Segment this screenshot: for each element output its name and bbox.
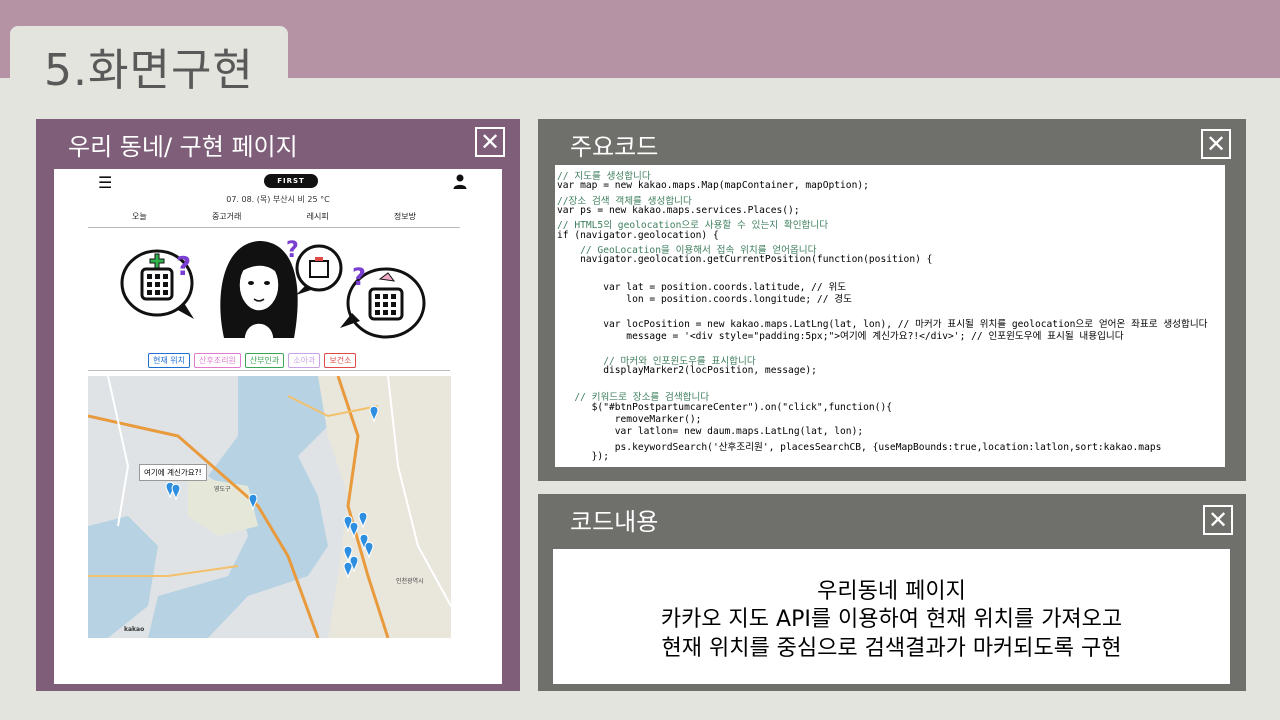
top-nav: 오늘 중고거래 레시피 정보방 [88,211,460,222]
description-box: 우리동네 페이지 카카오 지도 API를 이용하여 현재 위치를 가져오고 현재… [553,549,1230,684]
page-screenshot: ☰ FIRST TIME 07. 08. (목) 부산시 비 25 °C 오늘 … [54,169,502,684]
date-weather: 07. 08. (목) 부산시 비 25 °C [226,195,330,204]
logo[interactable]: FIRST TIME [264,174,318,199]
nav-item-market[interactable]: 중고거래 [212,211,241,222]
panel-title: 주요코드 [570,133,659,161]
code-line: displayMarker2(locPosition, message); [557,364,817,376]
map-attribution: kakao [124,626,145,633]
map-label-yeongdo: 영도구 [214,486,231,493]
divider [88,227,460,228]
category-buttons: 현재 위치 산후조리원 산부인과 소아과 보건소 [148,353,357,368]
code-line: if (navigator.geolocation) { [557,229,719,241]
nav-item-info[interactable]: 정보방 [394,211,416,222]
map-label-incheon: 인천광역시 [396,578,424,585]
divider [88,370,450,371]
map-info-window: 여기에 계신가요?! [139,464,207,481]
code-line: lon = position.coords.longitude; // 경도 [557,294,852,305]
code-line: navigator.geolocation.getCurrentPosition… [557,254,933,266]
postpartum-center-button[interactable]: 산후조리원 [193,353,241,368]
description-line: 현재 위치를 중심으로 검색결과가 마커되도록 구현 [661,636,1122,661]
panel-title: 우리 동네/ 구현 페이지 [68,133,298,161]
slide-title: 5.화면구현 [44,45,254,96]
obstetrics-button[interactable]: 산부인과 [244,353,285,368]
nav-item-recipe[interactable]: 레시피 [307,211,329,222]
code-line: removeMarker(); [557,414,702,425]
code-line: $("#btnPostpartumcareCenter").on("click"… [557,401,893,413]
code-snippet: // 지도를 생성합니다 var map = new kakao.maps.Map… [555,165,1225,467]
close-icon[interactable]: ✕ [475,127,505,157]
close-icon[interactable]: ✕ [1201,129,1231,159]
description-line: 카카오 지도 API를 이용하여 현재 위치를 가져오고 [660,607,1123,632]
code-line: var map = new kakao.maps.Map(mapContaine… [557,180,869,192]
close-icon[interactable]: ✕ [1203,505,1233,535]
current-location-button[interactable]: 현재 위치 [148,353,190,368]
svg-text:?: ? [286,238,299,263]
code-line: var ps = new kakao.maps.services.Places(… [557,204,800,216]
hamburger-icon[interactable]: ☰ [98,173,112,192]
hero-illustration: ? ? ? [120,238,426,339]
svg-text:?: ? [352,263,366,291]
health-center-button[interactable]: 보건소 [324,353,357,368]
nav-item-today[interactable]: 오늘 [132,211,147,222]
pediatrics-button[interactable]: 소아과 [288,353,321,368]
svg-text:?: ? [176,252,191,282]
code-line: ps.keywordSearch('산후조리원', placesSearchCB… [557,441,1162,453]
map-canvas [88,376,451,638]
description-panel: 코드내용 ✕ 우리동네 페이지 카카오 지도 API를 이용하여 현재 위치를 … [538,494,1246,691]
code-line: message = '<div style="padding:5px;">여기에… [557,330,1124,342]
code-line: }); [557,450,609,462]
code-line: var latlon= new daum.maps.LatLng(lat, lo… [557,426,864,438]
panel-title: 코드내용 [570,508,659,536]
map-view[interactable]: 여기에 계신가요?! 영도구 인천광역시 kakao [88,376,451,638]
code-panel: 주요코드 ✕ // 지도를 생성합니다 var map = new kakao.m… [538,119,1246,481]
implementation-panel: 우리 동네/ 구현 페이지 ✕ ☰ FIRST TIME 07. 08. (목)… [36,119,520,691]
user-icon[interactable] [452,173,468,189]
